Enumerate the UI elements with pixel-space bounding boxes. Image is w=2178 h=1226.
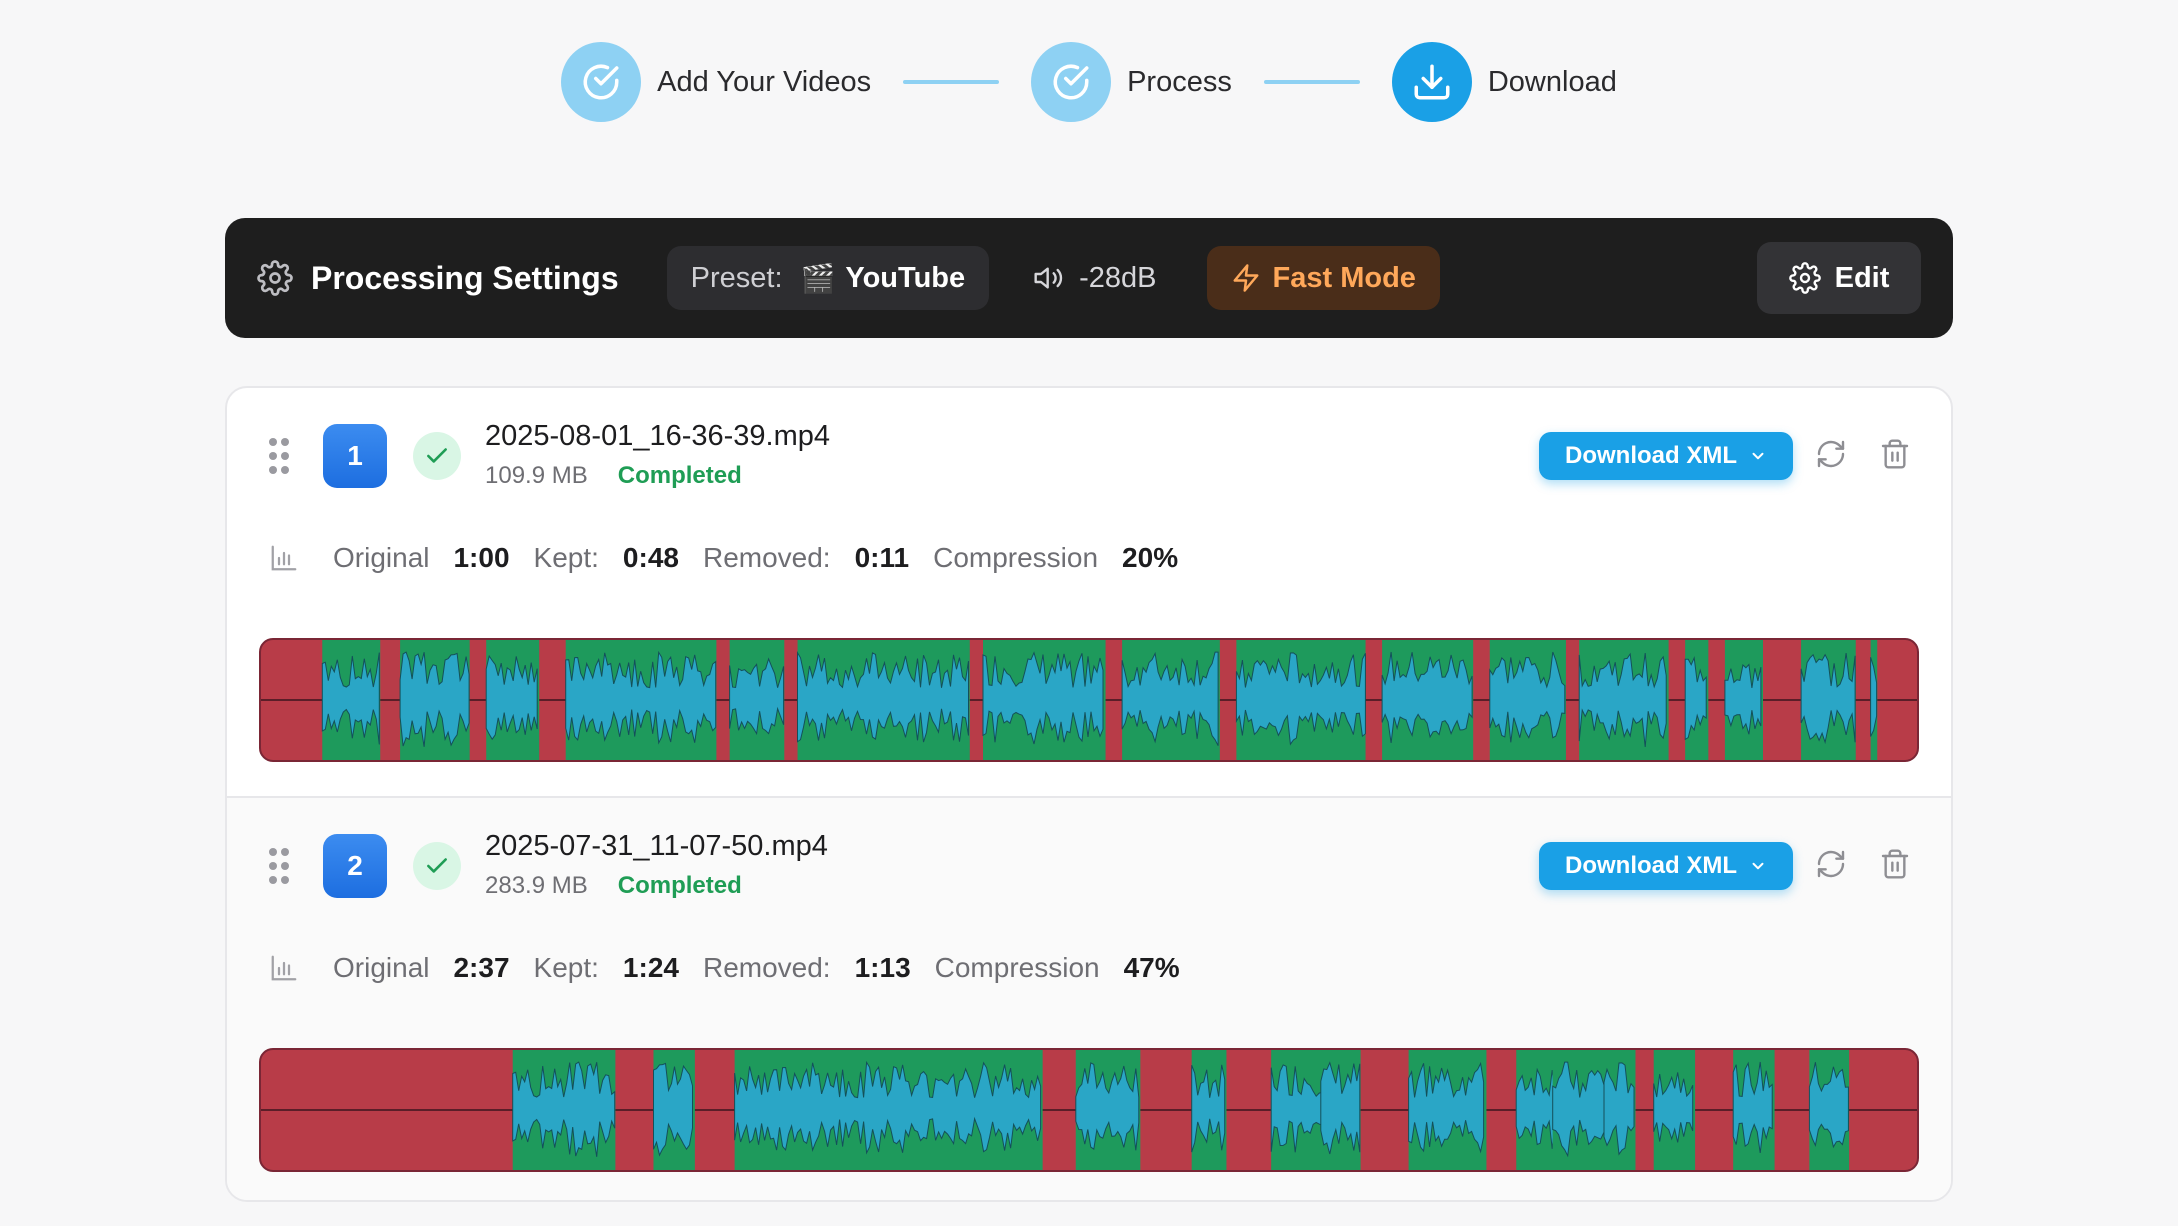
removed-duration: 0:11: [854, 542, 910, 573]
original-duration: 2:37: [453, 952, 510, 983]
volume-threshold: -28dB: [1079, 261, 1157, 294]
preset-value: YouTube: [845, 261, 966, 294]
step-label: Download: [1487, 65, 1617, 98]
download-xml-label: Download XML: [1565, 442, 1737, 469]
lightning-icon: [1233, 264, 1259, 292]
bar-chart-icon: [271, 955, 297, 981]
chevron-down-icon: [1752, 452, 1764, 460]
compression-value: 47%: [1123, 952, 1180, 983]
audio-waveform: [1800, 653, 1856, 745]
audio-waveform: [1724, 663, 1762, 735]
volume-chip: -28dB: [1009, 246, 1180, 310]
drag-handle-icon[interactable]: [269, 438, 291, 474]
list-item: 1 2025-08-01_16-36-39.mp4 109.9 MB Comple…: [227, 388, 1951, 796]
check-circle-icon: [561, 42, 642, 122]
step-label: Process: [1127, 65, 1232, 98]
processing-settings-bar: Processing Settings Preset: 🎬 YouTube -2…: [225, 218, 1953, 338]
step-label: Add Your Videos: [657, 65, 872, 98]
removed-label: Removed:: [702, 542, 831, 573]
reprocess-icon[interactable]: [1815, 848, 1851, 884]
edit-label: Edit: [1834, 261, 1890, 294]
check-circle-icon: [1031, 42, 1112, 122]
drag-handle-icon[interactable]: [269, 848, 291, 884]
bar-chart-icon: [271, 545, 297, 571]
stats-row: Original 1:00 Kept: 0:48 Removed: 0:11 Comp…: [269, 538, 1202, 578]
file-header: 1 2025-08-01_16-36-39.mp4 109.9 MB Comple…: [227, 420, 1951, 490]
trash-icon[interactable]: [1879, 848, 1915, 884]
kept-duration: 1:24: [622, 952, 679, 983]
gear-icon: [257, 260, 293, 296]
compression-label: Compression: [933, 542, 1099, 573]
fast-mode-label: Fast Mode: [1272, 261, 1416, 294]
reprocess-icon[interactable]: [1815, 438, 1851, 474]
file-index-badge: 1: [323, 424, 387, 488]
download-xml-label: Download XML: [1565, 852, 1737, 879]
waveform-svg: [261, 1050, 1917, 1170]
settings-title-text: Processing Settings: [311, 259, 619, 296]
waveform-timeline[interactable]: [259, 1048, 1919, 1172]
gear-icon: [1788, 262, 1821, 294]
file-meta: 283.9 MB Completed: [485, 872, 742, 900]
checkmark-icon: [413, 842, 461, 890]
trash-icon[interactable]: [1879, 438, 1915, 474]
original-label: Original: [333, 952, 430, 983]
file-header: 2 2025-07-31_11-07-50.mp4 283.9 MB Comple…: [227, 830, 1951, 900]
file-size: 283.9 MB: [485, 872, 588, 899]
step-add-videos: Add Your Videos: [561, 42, 871, 122]
step-connector: [903, 80, 1000, 84]
waveform-svg: [261, 640, 1917, 760]
chevron-down-icon: [1752, 862, 1764, 870]
download-xml-button[interactable]: Download XML: [1539, 842, 1793, 890]
kept-label: Kept:: [533, 542, 599, 573]
kept-duration: 0:48: [622, 542, 679, 573]
removed-label: Removed:: [702, 952, 831, 983]
file-name: 2025-07-31_11-07-50.mp4: [485, 830, 828, 862]
status-badge: Completed: [617, 462, 742, 489]
checkmark-icon: [413, 432, 461, 480]
download-xml-button[interactable]: Download XML: [1539, 432, 1793, 480]
preset-label: Preset:: [690, 261, 783, 294]
speaker-icon: [1034, 267, 1063, 289]
file-meta: 109.9 MB Completed: [485, 462, 742, 490]
file-list: 1 2025-08-01_16-36-39.mp4 109.9 MB Comple…: [225, 386, 1953, 1202]
step-process: Process: [1031, 42, 1232, 122]
step-connector: [1263, 80, 1360, 84]
compression-value: 20%: [1122, 542, 1179, 573]
clapperboard-icon: 🎬: [800, 262, 836, 294]
file-name: 2025-08-01_16-36-39.mp4: [485, 420, 831, 452]
progress-stepper: Add Your Videos Process Download: [0, 42, 2178, 122]
stats-row: Original 2:37 Kept: 1:24 Removed: 1:13 Comp…: [269, 948, 1204, 988]
compression-label: Compression: [934, 952, 1100, 983]
removed-duration: 1:13: [854, 952, 911, 983]
step-download: Download: [1391, 42, 1617, 122]
status-badge: Completed: [617, 872, 742, 899]
file-size: 109.9 MB: [485, 462, 588, 489]
original-label: Original: [333, 542, 430, 573]
waveform-timeline[interactable]: [259, 638, 1919, 762]
audio-waveform: [1489, 651, 1566, 743]
kept-label: Kept:: [533, 952, 599, 983]
preset-chip: Preset: 🎬 YouTube: [666, 246, 990, 310]
download-icon: [1391, 42, 1472, 122]
settings-title: Processing Settings: [257, 260, 619, 297]
list-item: 2 2025-07-31_11-07-50.mp4 283.9 MB Comple…: [227, 796, 1951, 1200]
original-duration: 1:00: [453, 542, 510, 573]
file-index-badge: 2: [323, 834, 387, 898]
edit-settings-button[interactable]: Edit: [1757, 242, 1921, 314]
fast-mode-chip: Fast Mode: [1206, 246, 1440, 310]
